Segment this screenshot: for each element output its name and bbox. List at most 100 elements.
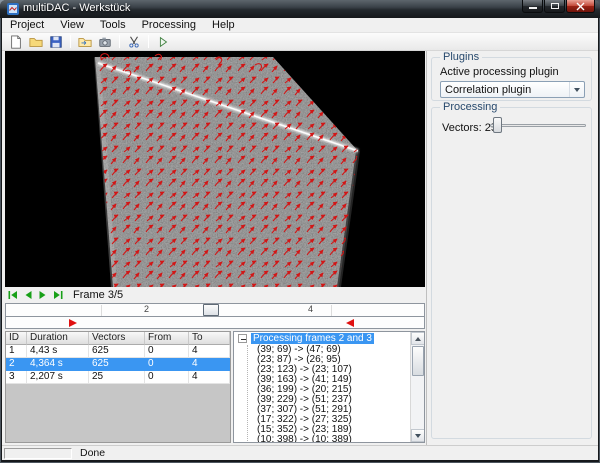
toolbar bbox=[2, 33, 598, 51]
plugins-group-title: Plugins bbox=[440, 51, 483, 63]
processing-groupbox: Processing Vectors: 25 bbox=[431, 101, 592, 439]
slider-thumb[interactable] bbox=[493, 117, 502, 133]
active-plugin-label: Active processing plugin bbox=[440, 66, 559, 78]
timeline-tick-2: 2 bbox=[144, 304, 150, 314]
menu-project[interactable]: Project bbox=[2, 18, 52, 32]
open-folder-button[interactable] bbox=[26, 33, 46, 50]
scroll-up-button[interactable] bbox=[411, 332, 424, 345]
toolbar-separator bbox=[119, 35, 120, 48]
timeline-thumb[interactable] bbox=[203, 304, 219, 316]
cell-id: 2 bbox=[6, 358, 27, 371]
titlebar[interactable]: multiDAC - Werkstück bbox=[0, 0, 600, 18]
tree-item[interactable]: (10; 398) -> (10; 389) bbox=[257, 435, 424, 443]
column-header-id[interactable]: ID bbox=[6, 332, 27, 345]
column-header-from[interactable]: From bbox=[145, 332, 189, 345]
cell-id: 1 bbox=[6, 345, 27, 358]
first-frame-icon bbox=[8, 291, 17, 299]
status-text: Done bbox=[80, 447, 106, 459]
cell-duration: 2,207 s bbox=[27, 371, 89, 384]
menu-help[interactable]: Help bbox=[204, 18, 243, 32]
scroll-up-icon bbox=[415, 336, 421, 341]
cell-to: 4 bbox=[189, 345, 230, 358]
vectors-label: Vectors: 25 bbox=[442, 122, 498, 134]
cut-icon bbox=[129, 35, 139, 48]
timeline-track[interactable]: 2 4 bbox=[5, 303, 425, 317]
timeline-tick-4: 4 bbox=[308, 304, 314, 314]
menu-tools[interactable]: Tools bbox=[92, 18, 134, 32]
combobox-dropdown-button[interactable] bbox=[569, 82, 584, 97]
plugin-combobox[interactable]: Correlation plugin bbox=[440, 81, 585, 98]
camera-button[interactable] bbox=[95, 33, 115, 50]
table-header-row: ID Duration Vectors From To bbox=[6, 332, 230, 345]
menu-processing[interactable]: Processing bbox=[134, 18, 204, 32]
previous-frame-icon bbox=[25, 291, 31, 299]
tree-root-label[interactable]: Processing frames 2 and 3 bbox=[251, 333, 374, 344]
cell-to: 4 bbox=[189, 358, 230, 371]
tree-scrollbar[interactable] bbox=[410, 332, 424, 442]
close-icon bbox=[576, 2, 585, 11]
processing-group-title: Processing bbox=[440, 101, 501, 113]
plugins-groupbox: Plugins Active processing plugin Correla… bbox=[431, 51, 592, 101]
cut-button[interactable] bbox=[124, 33, 144, 50]
first-frame-button[interactable] bbox=[5, 289, 20, 302]
scroll-down-button[interactable] bbox=[411, 429, 424, 442]
table-row-selected[interactable]: 2 4,364 s 625 0 4 bbox=[6, 358, 230, 371]
next-frame-icon bbox=[39, 291, 45, 299]
run-button[interactable] bbox=[153, 33, 173, 50]
save-button[interactable] bbox=[46, 33, 66, 50]
cell-vectors: 625 bbox=[89, 358, 145, 371]
collapse-icon[interactable] bbox=[238, 334, 247, 343]
last-frame-icon bbox=[53, 291, 62, 299]
vector-tree: Processing frames 2 and 3 (39; 69) -> (4… bbox=[233, 331, 425, 443]
maximize-button[interactable] bbox=[544, 0, 565, 13]
range-start-marker[interactable] bbox=[69, 319, 77, 327]
close-button[interactable] bbox=[566, 0, 595, 13]
last-frame-button[interactable] bbox=[50, 289, 65, 302]
column-header-to[interactable]: To bbox=[189, 332, 230, 345]
cell-from: 0 bbox=[145, 345, 189, 358]
statusbar: Done bbox=[2, 445, 598, 460]
app-window: multiDAC - Werkstück Project View Tools … bbox=[0, 0, 600, 463]
cell-vectors: 25 bbox=[89, 371, 145, 384]
menu-view[interactable]: View bbox=[52, 18, 92, 32]
next-frame-button[interactable] bbox=[35, 289, 50, 302]
run-icon bbox=[159, 36, 168, 47]
client-area: Project View Tools Processing Help Plugi… bbox=[2, 18, 598, 460]
cell-from: 0 bbox=[145, 358, 189, 371]
cell-to: 4 bbox=[189, 371, 230, 384]
previous-frame-button[interactable] bbox=[20, 289, 35, 302]
desktop: multiDAC - Werkstück Project View Tools … bbox=[0, 0, 600, 463]
scrollbar-thumb[interactable] bbox=[412, 346, 424, 376]
minimize-button[interactable] bbox=[522, 0, 543, 13]
open-folder-icon bbox=[29, 37, 43, 47]
range-end-marker[interactable] bbox=[346, 319, 354, 327]
toolbar-separator bbox=[70, 35, 71, 48]
import-folder-icon bbox=[78, 37, 92, 47]
maximize-icon bbox=[551, 3, 559, 9]
slider-track[interactable] bbox=[490, 124, 586, 127]
specimen-image bbox=[5, 51, 425, 287]
column-header-duration[interactable]: Duration bbox=[27, 332, 89, 345]
status-panel bbox=[4, 448, 72, 459]
new-document-button[interactable] bbox=[6, 33, 26, 50]
cell-vectors: 625 bbox=[89, 345, 145, 358]
timeline-divider bbox=[331, 305, 332, 316]
camera-icon bbox=[99, 37, 111, 47]
minimize-icon bbox=[529, 7, 537, 9]
toolbar-separator bbox=[148, 35, 149, 48]
column-header-vectors[interactable]: Vectors bbox=[89, 332, 145, 345]
image-viewport[interactable] bbox=[5, 51, 425, 287]
table-row[interactable]: 1 4,43 s 625 0 4 bbox=[6, 345, 230, 358]
range-marker-track bbox=[5, 317, 425, 329]
menubar: Project View Tools Processing Help bbox=[2, 18, 598, 33]
vectors-slider[interactable] bbox=[490, 116, 586, 134]
import-folder-button[interactable] bbox=[75, 33, 95, 50]
cell-id: 3 bbox=[6, 371, 27, 384]
tree-children: (39; 69) -> (47; 69) (23; 87) -> (26; 95… bbox=[247, 345, 424, 443]
frame-counter-label: Frame 3/5 bbox=[73, 289, 124, 301]
app-icon bbox=[7, 3, 19, 15]
jobs-table: ID Duration Vectors From To 1 4,43 s 625… bbox=[5, 331, 231, 443]
frame-navigation: Frame 3/5 bbox=[5, 288, 425, 302]
chevron-down-icon bbox=[574, 87, 580, 92]
table-row[interactable]: 3 2,207 s 25 0 4 bbox=[6, 371, 230, 384]
